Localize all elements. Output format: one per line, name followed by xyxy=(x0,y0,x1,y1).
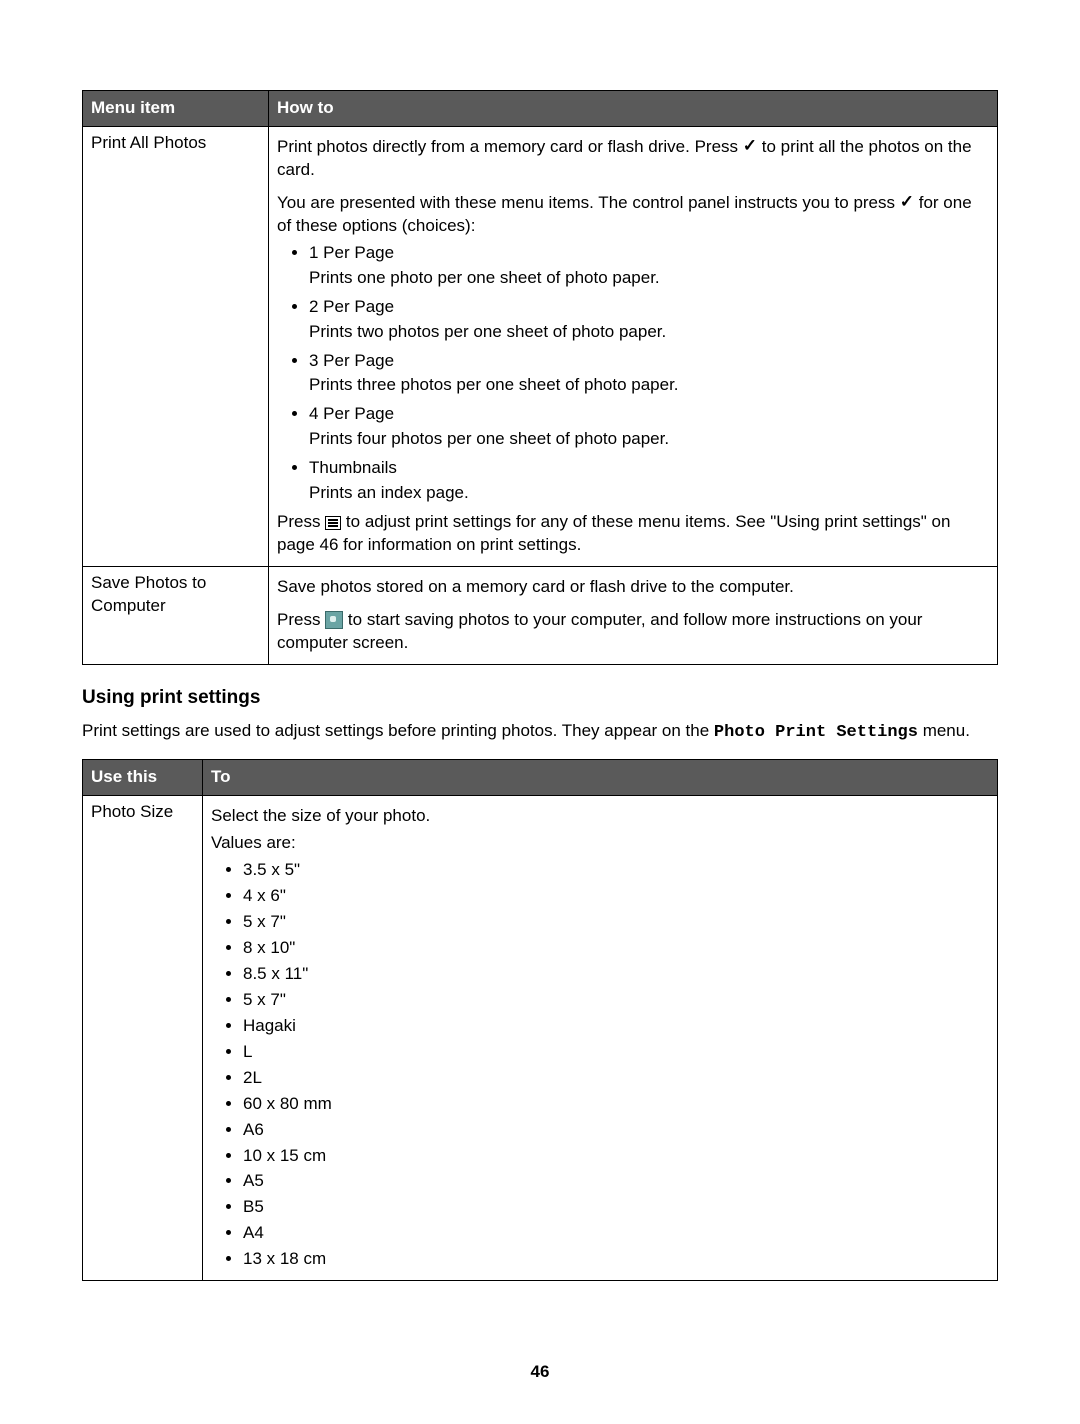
table-row: Photo Size Select the size of your photo… xyxy=(83,796,998,1281)
list-item: A5 xyxy=(243,1170,989,1193)
text: to start saving photos to your computer,… xyxy=(277,610,922,652)
option-desc: Prints four photos per one sheet of phot… xyxy=(309,428,989,451)
text: Press xyxy=(277,610,325,629)
list-item: 60 x 80 mm xyxy=(243,1093,989,1116)
row-label: Print All Photos xyxy=(83,126,269,566)
table1-header-menu-item: Menu item xyxy=(83,91,269,127)
option-title: 1 Per Page xyxy=(309,243,394,262)
menu-icon xyxy=(325,516,341,530)
text: Print settings are used to adjust settin… xyxy=(82,721,714,740)
text: to adjust print settings for any of thes… xyxy=(277,512,950,554)
text: You are presented with these menu items.… xyxy=(277,193,900,212)
print-settings-table: Use this To Photo Size Select the size o… xyxy=(82,759,998,1281)
list-item: 10 x 15 cm xyxy=(243,1145,989,1168)
option-title: 3 Per Page xyxy=(309,351,394,370)
row-content: Print photos directly from a memory card… xyxy=(269,126,998,566)
list-item: 8 x 10" xyxy=(243,937,989,960)
option-desc: Prints two photos per one sheet of photo… xyxy=(309,321,989,344)
list-item: B5 xyxy=(243,1196,989,1219)
list-item: 4 Per Page Prints four photos per one sh… xyxy=(309,403,989,451)
section-heading: Using print settings xyxy=(82,685,998,711)
table-row: Save Photos to Computer Save photos stor… xyxy=(83,567,998,665)
check-icon: ✓ xyxy=(900,191,914,214)
list-item: Hagaki xyxy=(243,1015,989,1038)
text: Press xyxy=(277,512,325,531)
text: Select the size of your photo. xyxy=(211,805,989,828)
list-item: Thumbnails Prints an index page. xyxy=(309,457,989,505)
save-icon xyxy=(325,611,343,629)
option-desc: Prints three photos per one sheet of pho… xyxy=(309,374,989,397)
table1-header-how-to: How to xyxy=(269,91,998,127)
list-item: 3 Per Page Prints three photos per one s… xyxy=(309,350,989,398)
text: Print photos directly from a memory card… xyxy=(277,137,743,156)
table2-header-use-this: Use this xyxy=(83,760,203,796)
row-content: Select the size of your photo. Values ar… xyxy=(203,796,998,1281)
list-item: L xyxy=(243,1041,989,1064)
list-item: A6 xyxy=(243,1119,989,1142)
option-desc: Prints one photo per one sheet of photo … xyxy=(309,267,989,290)
text: Values are: xyxy=(211,832,989,855)
list-item: A4 xyxy=(243,1222,989,1245)
list-item: 8.5 x 11" xyxy=(243,963,989,986)
list-item: 5 x 7" xyxy=(243,911,989,934)
option-title: 2 Per Page xyxy=(309,297,394,316)
row-label: Photo Size xyxy=(83,796,203,1281)
list-item: 4 x 6" xyxy=(243,885,989,908)
check-icon: ✓ xyxy=(743,135,757,158)
list-item: 13 x 18 cm xyxy=(243,1248,989,1271)
list-item: 2L xyxy=(243,1067,989,1090)
list-item: 1 Per Page Prints one photo per one shee… xyxy=(309,242,989,290)
list-item: 3.5 x 5" xyxy=(243,859,989,882)
text: menu. xyxy=(918,721,970,740)
list-item: 5 x 7" xyxy=(243,989,989,1012)
row-content: Save photos stored on a memory card or f… xyxy=(269,567,998,665)
page-number: 46 xyxy=(82,1361,998,1384)
section-intro: Print settings are used to adjust settin… xyxy=(82,720,998,745)
mono-text: Photo Print Settings xyxy=(714,723,918,742)
table-row: Print All Photos Print photos directly f… xyxy=(83,126,998,566)
menu-item-table: Menu item How to Print All Photos Print … xyxy=(82,90,998,665)
options-list: 1 Per Page Prints one photo per one shee… xyxy=(277,242,989,505)
list-item: 2 Per Page Prints two photos per one she… xyxy=(309,296,989,344)
option-title: Thumbnails xyxy=(309,458,397,477)
table2-header-to: To xyxy=(203,760,998,796)
text: Save photos stored on a memory card or f… xyxy=(277,576,989,599)
values-list: 3.5 x 5" 4 x 6" 5 x 7" 8 x 10" 8.5 x 11" 5 x … xyxy=(211,859,989,1271)
row-label: Save Photos to Computer xyxy=(83,567,269,665)
option-desc: Prints an index page. xyxy=(309,482,989,505)
option-title: 4 Per Page xyxy=(309,404,394,423)
